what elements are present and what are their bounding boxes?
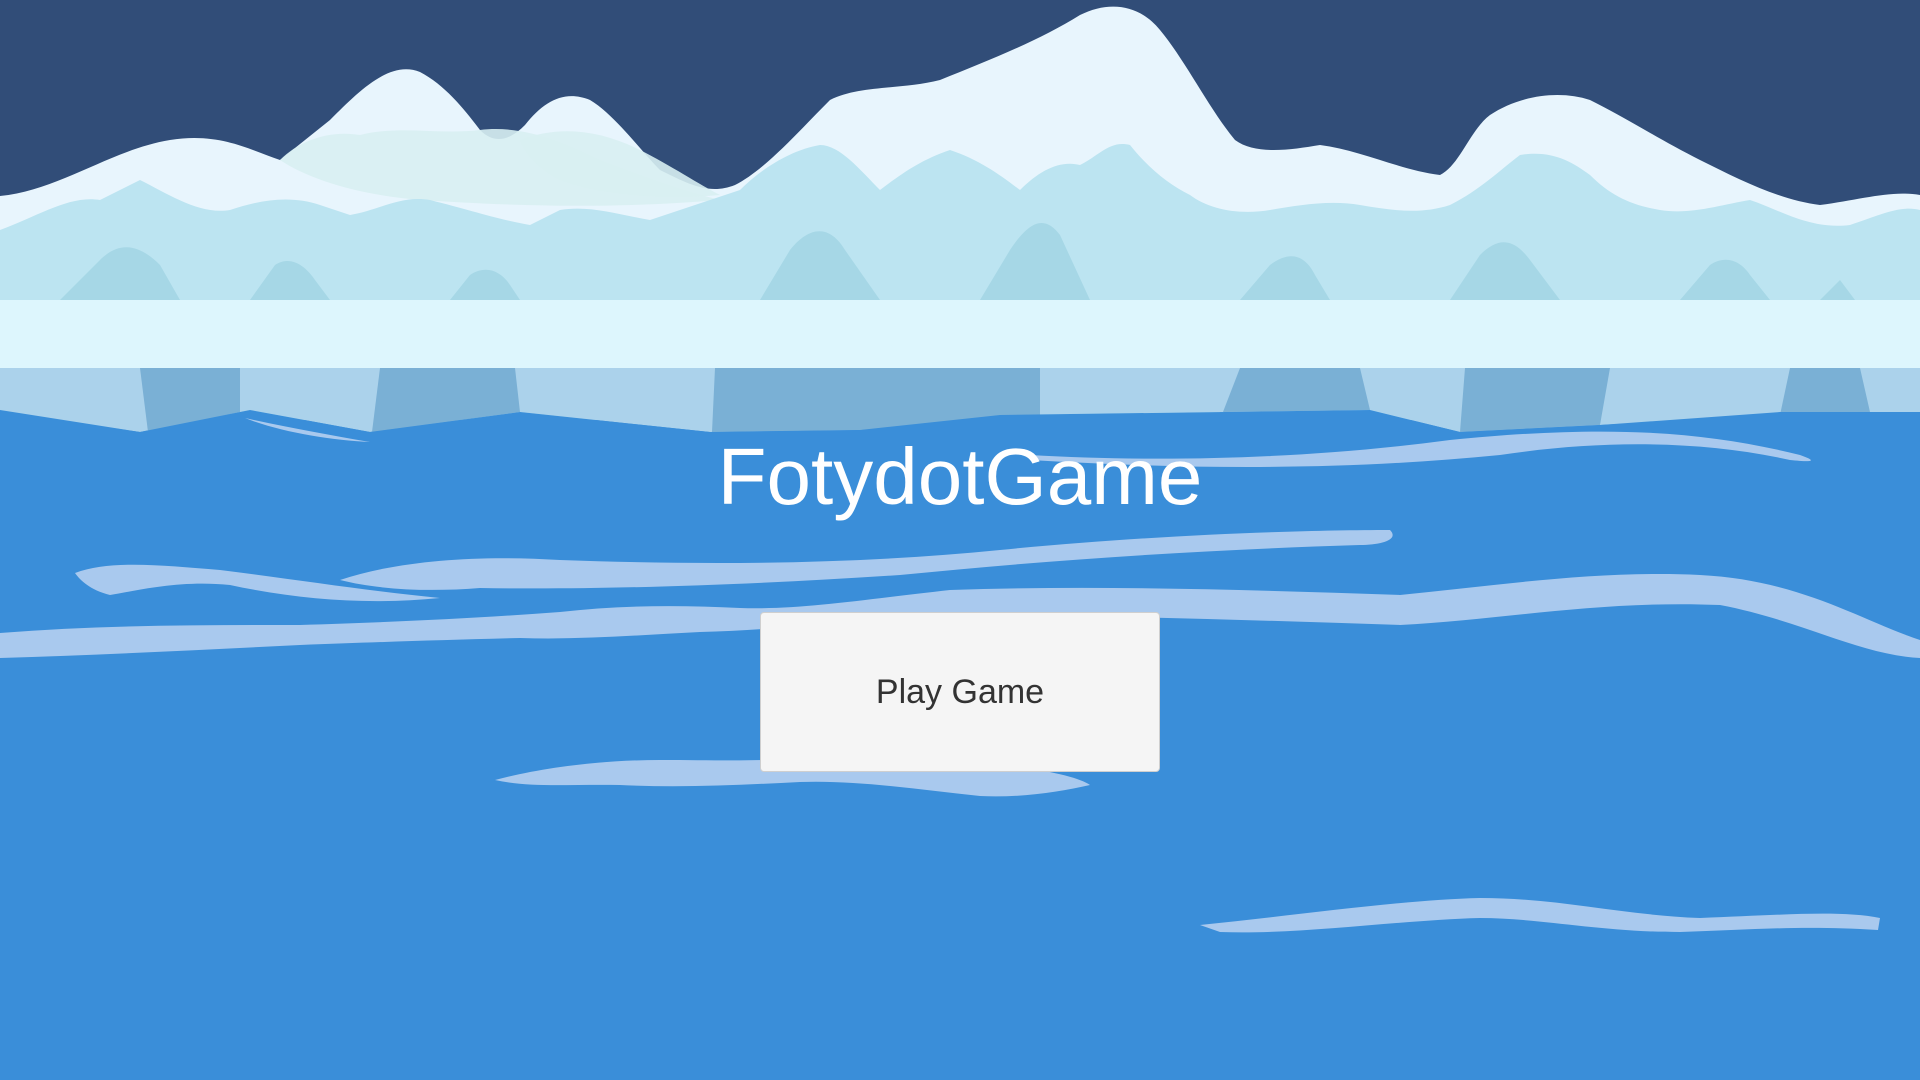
- play-game-button[interactable]: Play Game: [760, 612, 1160, 772]
- game-main-menu: FotydotGame Play Game: [0, 0, 1920, 1080]
- arctic-background: [0, 0, 1920, 1080]
- game-title: FotydotGame: [717, 432, 1203, 521]
